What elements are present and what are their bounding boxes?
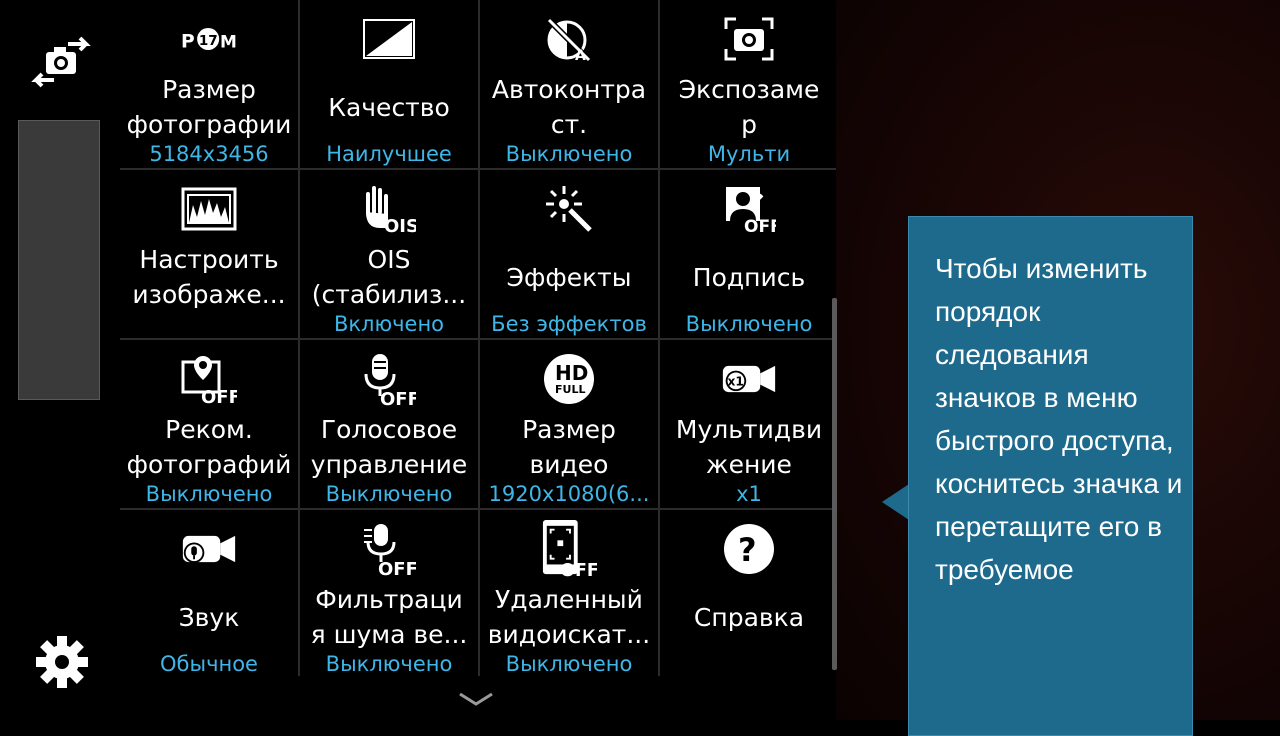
setting-value: Без эффектов — [491, 312, 647, 336]
setting-value: Наилучшее — [326, 142, 452, 166]
setting-ois[interactable]: OIS OIS (стабилиз... Включено — [300, 170, 478, 338]
setting-effects[interactable]: Эффекты Без эффектов — [480, 170, 658, 338]
setting-label: Звук — [178, 603, 240, 632]
svg-text:OFF: OFF — [560, 561, 597, 579]
tooltip-pointer — [882, 484, 909, 520]
metering-icon — [721, 14, 777, 64]
setting-label: Голосовое управление — [310, 415, 468, 479]
setting-label: Экспозаме р — [678, 75, 820, 139]
setting-value: Обычное — [160, 652, 258, 676]
svg-text:OFF: OFF — [744, 217, 776, 233]
grid-scrollbar[interactable] — [832, 298, 837, 670]
setting-value: Выключено — [325, 482, 453, 506]
auto-contrast-icon: A — [541, 14, 597, 64]
setting-adjust-image[interactable]: Настроить изображе... — [120, 170, 298, 338]
setting-label: Мультидви жение — [675, 415, 823, 479]
help-icon: ? — [721, 524, 777, 574]
setting-label: Подпись — [692, 263, 806, 292]
setting-value: Выключено — [145, 482, 273, 506]
svg-text:OFF: OFF — [201, 387, 237, 404]
svg-text:HD: HD — [555, 361, 588, 385]
setting-label: OIS (стабилиз... — [311, 245, 467, 309]
svg-text:x1: x1 — [728, 375, 744, 389]
svg-text:M: M — [220, 31, 237, 51]
setting-value: 5184x3456 — [149, 142, 269, 166]
quick-settings-grid: P 17.9 M Размер фотографии 5184x3456 Кач… — [120, 0, 838, 680]
setting-multi-motion[interactable]: x1 Мультидви жение x1 — [660, 340, 838, 508]
photo-recommend-icon: OFF — [181, 354, 237, 404]
video-size-icon: HD FULL — [541, 354, 597, 404]
adjust-image-icon — [181, 184, 237, 234]
mode-panel[interactable] — [18, 120, 100, 400]
quality-icon — [361, 14, 417, 64]
setting-voice-control[interactable]: OFF Голосовое управление Выключено — [300, 340, 478, 508]
tooltip-text: Чтобы изменить порядок следования значко… — [935, 253, 1183, 585]
setting-label: Автоконтра ст. — [491, 75, 647, 139]
setting-remote-viewfinder[interactable]: OFF Удаленный видоискат... Выключено — [480, 510, 658, 678]
audio-icon — [181, 524, 237, 574]
setting-label: Фильтраци я шума ве... — [310, 585, 468, 649]
setting-label: Реком. фотографий — [126, 415, 292, 479]
multi-motion-icon: x1 — [721, 354, 777, 404]
svg-text:P: P — [181, 31, 195, 52]
setting-signature[interactable]: OFF Подпись Выключено — [660, 170, 838, 338]
setting-label: Настроить изображе... — [132, 245, 286, 309]
setting-auto-contrast[interactable]: A Автоконтра ст. Выключено — [480, 0, 658, 168]
setting-value: Включено — [333, 312, 445, 336]
svg-text:OFF: OFF — [380, 389, 416, 406]
setting-photo-size[interactable]: P 17.9 M Размер фотографии 5184x3456 — [120, 0, 298, 168]
ois-icon: OIS — [361, 184, 417, 234]
setting-quality[interactable]: Качество Наилучшее — [300, 0, 478, 168]
setting-value: Выключено — [325, 652, 453, 676]
setting-label: Размер фотографии — [126, 75, 292, 139]
wind-filter-icon: OFF — [361, 524, 417, 576]
setting-video-size[interactable]: HD FULL Размер видео 1920x1080(6... — [480, 340, 658, 508]
photo-size-icon: P 17.9 M — [181, 14, 237, 64]
setting-wind-filter[interactable]: OFF Фильтраци я шума ве... Выключено — [300, 510, 478, 678]
svg-text:OFF: OFF — [378, 559, 416, 576]
setting-label: Качество — [328, 93, 450, 122]
setting-value: x1 — [736, 482, 762, 506]
setting-value: Выключено — [505, 142, 633, 166]
setting-label: Справка — [693, 603, 805, 632]
setting-label: Размер видео — [522, 415, 616, 479]
svg-text:A: A — [575, 48, 586, 62]
setting-value: Выключено — [505, 652, 633, 676]
setting-value: 1920x1080(6... — [488, 482, 650, 506]
setting-photo-recommend[interactable]: OFF Реком. фотографий Выключено — [120, 340, 298, 508]
setting-value: Мульти — [707, 142, 791, 166]
camera-switch-icon[interactable] — [28, 34, 94, 88]
setting-metering[interactable]: Экспозаме р Мульти — [660, 0, 838, 168]
remote-viewfinder-icon: OFF — [541, 520, 597, 579]
signature-icon: OFF — [721, 184, 777, 234]
svg-text:FULL: FULL — [555, 383, 585, 396]
setting-label: Удаленный видоискат... — [487, 585, 651, 649]
voice-control-icon: OFF — [361, 354, 417, 406]
svg-text:?: ? — [738, 531, 757, 569]
setting-value: Выключено — [685, 312, 813, 336]
gear-icon[interactable] — [34, 634, 90, 690]
help-tooltip: Чтобы изменить порядок следования значко… — [908, 216, 1193, 736]
setting-help[interactable]: ? Справка — [660, 510, 838, 678]
effects-icon — [541, 184, 597, 234]
setting-label: Эффекты — [506, 263, 632, 292]
setting-audio[interactable]: Звук Обычное — [120, 510, 298, 678]
chevron-down-icon[interactable] — [456, 688, 496, 710]
svg-text:OIS: OIS — [384, 216, 416, 234]
